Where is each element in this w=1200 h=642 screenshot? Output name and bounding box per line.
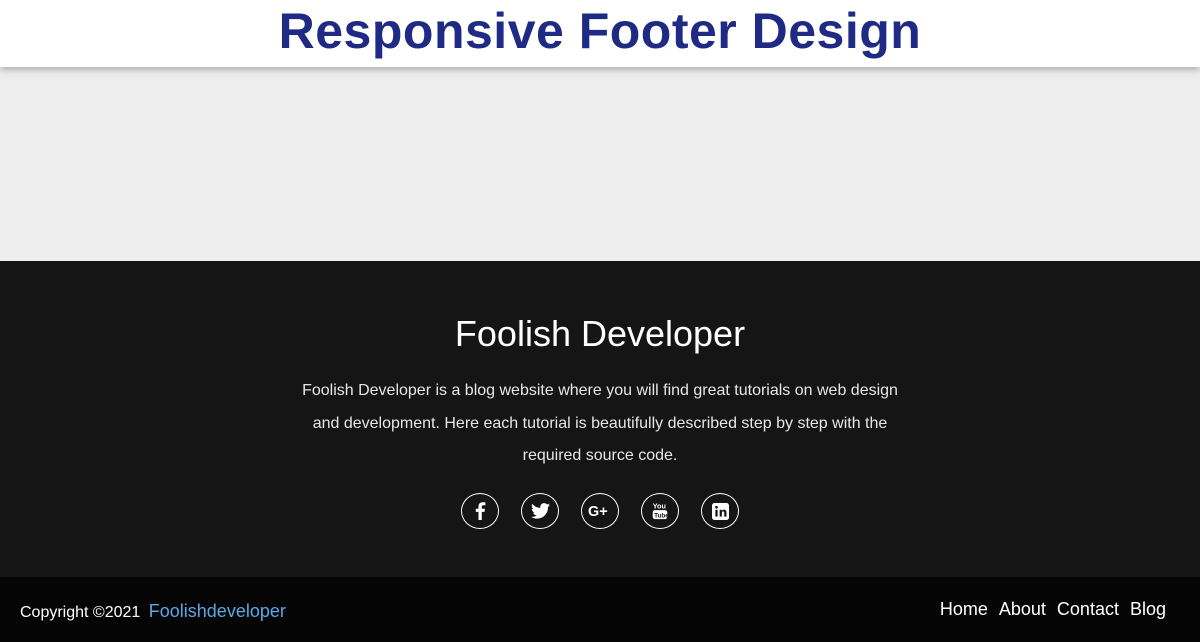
footer-nav: Home About Contact Blog [940,599,1166,620]
svg-text:Tube: Tube [654,512,669,519]
footer-description: Foolish Developer is a blog website wher… [302,382,898,464]
footer: Foolish Developer Foolish Developer is a… [0,261,1200,577]
content-area [0,67,1200,261]
brand-link[interactable]: Foolishdeveloper [149,601,286,621]
svg-text:You: You [653,501,666,510]
google-plus-icon: G+ [588,503,612,519]
footer-title: Foolish Developer [454,313,746,354]
youtube-icon: You Tube [651,501,669,521]
copyright-text: Copyright ©2021 [20,604,141,621]
linkedin-icon [711,502,729,520]
youtube-link[interactable]: You Tube [641,493,679,529]
nav-contact[interactable]: Contact [1057,599,1119,620]
nav-blog[interactable]: Blog [1130,599,1166,620]
svg-text:G+: G+ [588,504,608,519]
social-links: G+ You Tube [0,493,1200,529]
nav-about[interactable]: About [999,599,1046,620]
twitter-icon [530,503,550,519]
linkedin-link[interactable] [701,493,739,529]
twitter-link[interactable] [521,493,559,529]
facebook-link[interactable] [461,493,499,529]
banner-title: Responsive Footer Design [278,2,922,59]
page-banner: Responsive Footer Design [0,0,1200,67]
nav-home[interactable]: Home [940,599,988,620]
google-plus-link[interactable]: G+ [581,493,619,529]
copyright: Copyright ©2021 Foolishdeveloper [20,601,286,622]
facebook-icon [474,502,486,520]
footer-bottom-bar: Copyright ©2021 Foolishdeveloper Home Ab… [0,577,1200,642]
